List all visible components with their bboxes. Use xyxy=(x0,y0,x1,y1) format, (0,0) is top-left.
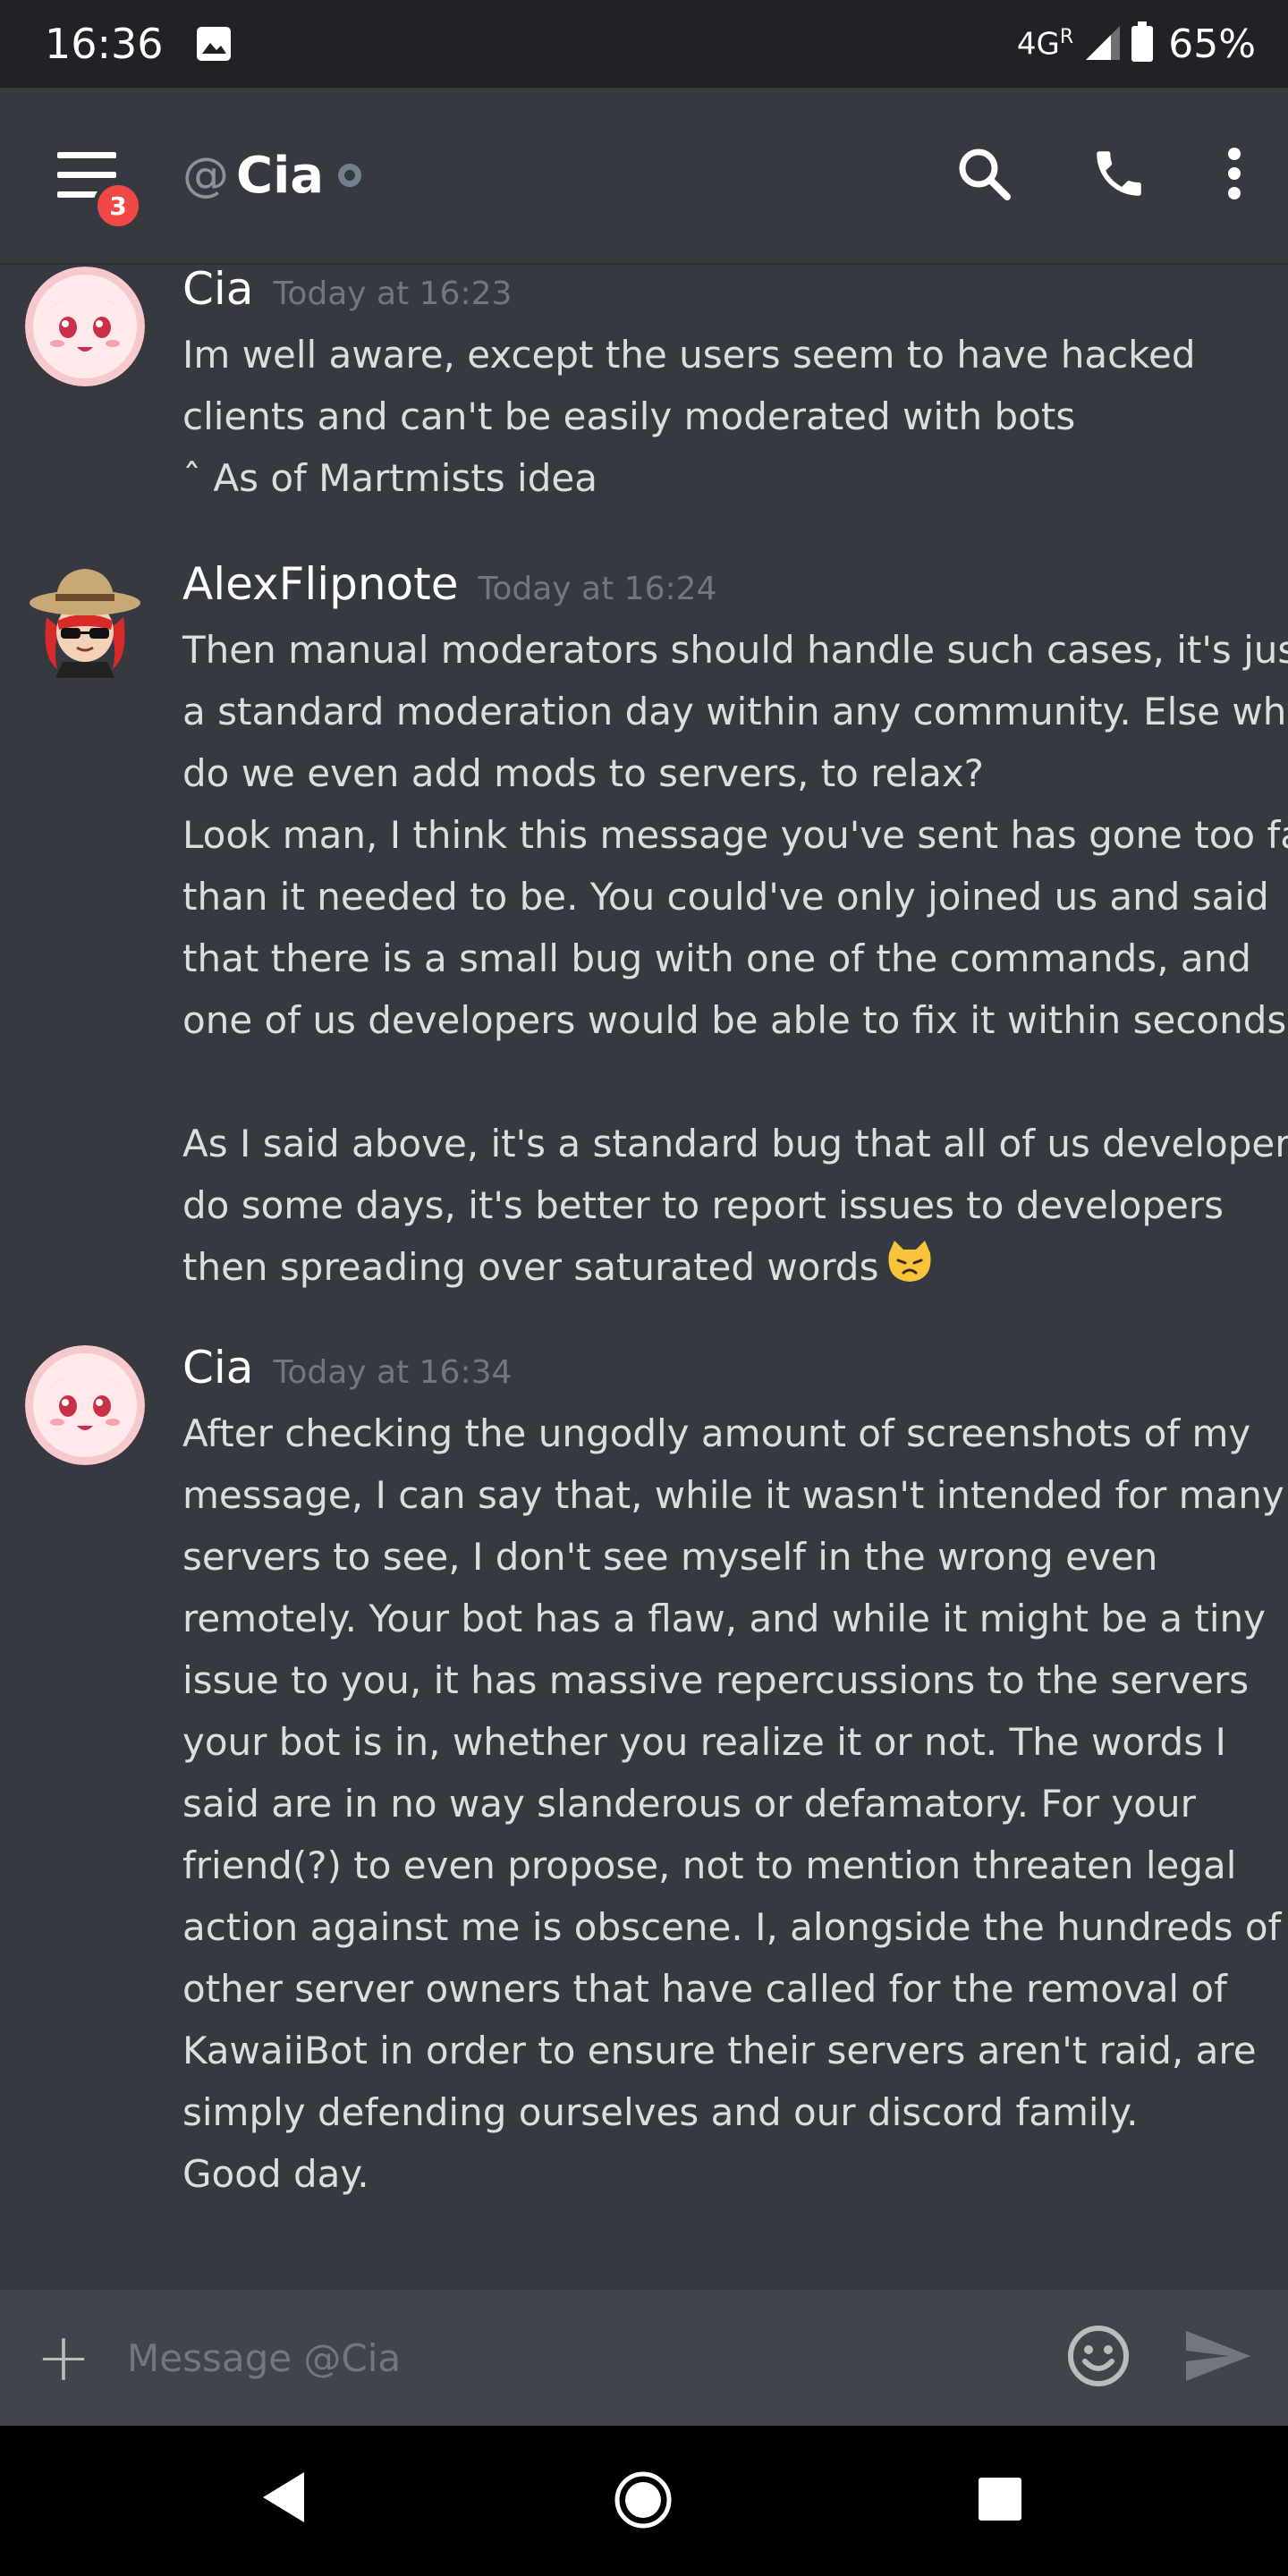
message-text-line-with-emoji: then spreading over saturated words xyxy=(182,1236,1265,1301)
battery-icon xyxy=(1131,21,1154,66)
message-content: AlexFlipnote Today at 16:24 Then manual … xyxy=(182,558,1288,1301)
channel-header: 3 @ Cia xyxy=(0,88,1288,263)
message-text-line: a standard moderation day within any com… xyxy=(182,690,1288,733)
smiley-icon xyxy=(1068,2326,1129,2386)
at-symbol: @ xyxy=(182,148,229,202)
message-timestamp: Today at 16:23 xyxy=(273,275,513,312)
back-button[interactable] xyxy=(261,2470,306,2528)
call-button[interactable] xyxy=(1089,144,1148,207)
message-text: then spreading over saturated words xyxy=(182,1245,879,1289)
message-list[interactable]: Cia Today at 16:23 Im well aware, except… xyxy=(0,263,1288,2290)
message-text-line: Good day. xyxy=(182,2152,369,2196)
message-author[interactable]: AlexFlipnote xyxy=(182,558,459,610)
message-text-line: simply defending ourselves and our disco… xyxy=(182,2090,1139,2134)
more-vertical-icon xyxy=(1228,148,1241,199)
message-text-line: do some days, it's better to report issu… xyxy=(182,1183,1224,1227)
message-text-line: do we even add mods to servers, to relax… xyxy=(182,751,984,795)
phone-icon xyxy=(1097,151,1141,196)
message-composer: + xyxy=(0,2290,1288,2426)
channel-name: Cia xyxy=(236,146,325,205)
message-content: Cia Today at 16:23 Im well aware, except… xyxy=(182,263,1265,509)
message-text-line: remotely. Your bot has a flaw, and while… xyxy=(182,1597,1267,1640)
message-text-line: clients and can't be easily moderated wi… xyxy=(182,394,1076,438)
menu-button[interactable]: 3 xyxy=(54,148,143,231)
avatar[interactable] xyxy=(25,1345,145,1465)
message-text-line: issue to you, it has massive repercussio… xyxy=(182,1658,1250,1702)
recents-square-icon xyxy=(979,2478,1021,2521)
message-text-line: After checking the ungodly amount of scr… xyxy=(182,1411,1251,1455)
status-bar: 16:36 4GR 65% xyxy=(0,0,1288,88)
signal-icon xyxy=(1082,22,1122,65)
more-options-button[interactable] xyxy=(1225,145,1243,206)
message-text-line: your bot is in, whether you realize it o… xyxy=(182,1720,1226,1764)
pouting-cat-emoji-icon xyxy=(886,1239,934,1301)
message-input[interactable] xyxy=(125,2334,1023,2381)
message-text-line: servers to see, I don't see myself in th… xyxy=(182,1535,1158,1579)
message-text-line: ˆ As of Martmists idea xyxy=(182,456,597,500)
network-type: 4GR xyxy=(1016,25,1074,63)
image-notification-icon xyxy=(194,24,233,64)
message-text-line: that there is a small bug with one of th… xyxy=(182,936,1251,980)
message-text-line: KawaiiBot in order to ensure their serve… xyxy=(182,2029,1257,2072)
message-content: Cia Today at 16:34 After checking the un… xyxy=(182,1342,1284,2205)
dm-title[interactable]: @ Cia xyxy=(182,146,362,205)
message-text-line: friend(?) to even propose, not to mentio… xyxy=(182,1843,1237,1887)
add-attachment-button[interactable]: + xyxy=(36,2325,91,2391)
message-timestamp: Today at 16:24 xyxy=(478,571,717,607)
message-text-line: said are in no way slanderous or defamat… xyxy=(182,1782,1196,1826)
send-button[interactable] xyxy=(1184,2327,1252,2388)
back-triangle-icon xyxy=(263,2472,304,2522)
message-text-line: action against me is obscene. I, alongsi… xyxy=(182,1905,1282,1949)
unread-badge: 3 xyxy=(93,181,143,231)
send-icon xyxy=(1186,2331,1250,2381)
message-text-line: other server owners that have called for… xyxy=(182,1967,1227,2011)
status-indicators: 4GR 65% xyxy=(1017,21,1256,67)
search-button[interactable] xyxy=(955,145,1013,206)
home-circle-icon xyxy=(614,2471,672,2529)
message-text-line: Then manual moderators should handle suc… xyxy=(182,628,1288,672)
message-author[interactable]: Cia xyxy=(182,263,253,315)
message-text-line: Im well aware, except the users seem to … xyxy=(182,333,1196,377)
recents-button[interactable] xyxy=(977,2476,1023,2526)
status-time: 16:36 xyxy=(45,20,164,68)
emoji-picker-button[interactable] xyxy=(1066,2324,1131,2392)
avatar[interactable] xyxy=(25,558,145,678)
battery-percent: 65% xyxy=(1168,21,1256,67)
offline-status-icon xyxy=(338,164,362,187)
message-text-line: than it needed to be. You could've only … xyxy=(182,875,1269,919)
message-text-line: one of us developers would be able to fi… xyxy=(182,998,1288,1042)
message-timestamp: Today at 16:34 xyxy=(273,1354,513,1391)
message-text-line: message, I can say that, while it wasn't… xyxy=(182,1473,1284,1517)
message-text-line: As I said above, it's a standard bug tha… xyxy=(182,1122,1288,1165)
search-icon xyxy=(959,148,1011,200)
message-text-line: Look man, I think this message you've se… xyxy=(182,813,1288,857)
message-author[interactable]: Cia xyxy=(182,1342,253,1394)
system-navigation-bar xyxy=(0,2426,1288,2576)
home-button[interactable] xyxy=(614,2470,673,2533)
avatar[interactable] xyxy=(25,267,145,386)
